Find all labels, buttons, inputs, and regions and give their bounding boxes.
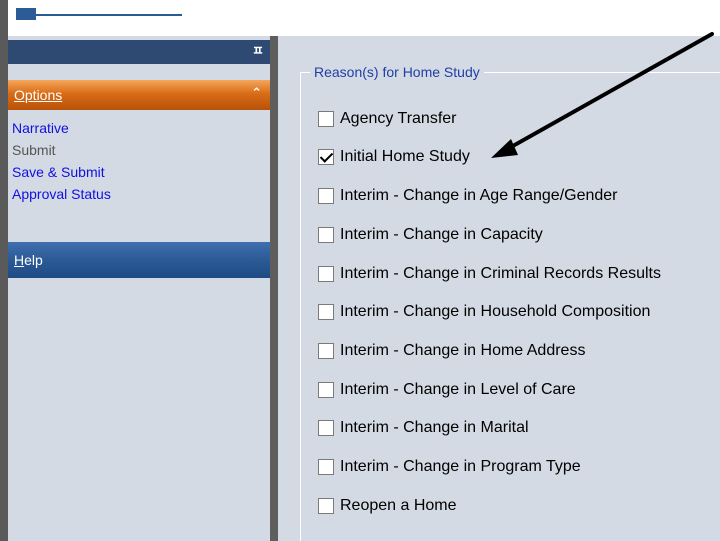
main-panel: Reason(s) for Home Study Agency Transfer… bbox=[278, 36, 720, 541]
help-label-rest: elp bbox=[24, 252, 43, 268]
sidebar-pin-bar: ㅍ bbox=[8, 40, 270, 64]
reason-checkbox-row[interactable]: Interim - Change in Home Address bbox=[318, 340, 585, 362]
reason-checkbox-row[interactable]: Interim - Change in Marital bbox=[318, 417, 529, 439]
reason-checkbox-row[interactable]: Initial Home Study bbox=[318, 146, 470, 168]
option-save-and-submit[interactable]: Save & Submit bbox=[8, 162, 270, 184]
checkbox-label: Interim - Change in Marital bbox=[340, 419, 529, 436]
options-list: Narrative Submit Save & Submit Approval … bbox=[8, 118, 270, 206]
reason-checkbox-row[interactable]: Reopen a Home bbox=[318, 495, 457, 517]
reason-checkbox-row[interactable]: Interim - Change in Level of Care bbox=[318, 379, 576, 401]
checkbox[interactable] bbox=[318, 266, 334, 282]
option-narrative[interactable]: Narrative bbox=[8, 118, 270, 140]
checkbox-label: Interim - Change in Program Type bbox=[340, 458, 581, 475]
slider-track[interactable] bbox=[36, 14, 182, 16]
window-left-border bbox=[0, 0, 8, 541]
reason-checkbox-row[interactable]: Interim - Change in Household Compositio… bbox=[318, 301, 650, 323]
options-header-label: Options bbox=[14, 87, 63, 103]
checkbox-label: Interim - Change in Capacity bbox=[340, 226, 543, 243]
option-submit: Submit bbox=[12, 142, 56, 158]
help-header-label: Help bbox=[14, 252, 43, 268]
checkbox-label: Initial Home Study bbox=[340, 148, 470, 165]
checkbox[interactable] bbox=[318, 459, 334, 475]
checkbox[interactable] bbox=[318, 188, 334, 204]
pin-icon[interactable]: ㅍ bbox=[252, 43, 264, 61]
reason-checkbox-row[interactable]: Interim - Change in Criminal Records Res… bbox=[318, 263, 661, 285]
checkbox-label: Interim - Change in Household Compositio… bbox=[340, 303, 651, 320]
sidebar: ㅍ Options ⌃ Narrative Submit Save & Subm… bbox=[8, 36, 270, 541]
checkbox[interactable] bbox=[318, 227, 334, 243]
double-chevron-up-icon[interactable]: ⌃ bbox=[251, 85, 262, 103]
checkbox-label: Agency Transfer bbox=[340, 110, 457, 127]
checkbox[interactable] bbox=[318, 304, 334, 320]
splitter[interactable] bbox=[270, 36, 278, 541]
slider-thumb[interactable] bbox=[16, 8, 36, 20]
help-access-key: H bbox=[14, 252, 25, 268]
reason-checkbox-row[interactable]: Agency Transfer bbox=[318, 108, 457, 130]
reason-checkbox-row[interactable]: Interim - Change in Capacity bbox=[318, 224, 543, 246]
checkbox-checked[interactable] bbox=[318, 149, 334, 165]
reason-checkbox-row[interactable]: Interim - Change in Program Type bbox=[318, 456, 581, 478]
checkbox[interactable] bbox=[318, 420, 334, 436]
checkbox[interactable] bbox=[318, 498, 334, 514]
option-approval-status[interactable]: Approval Status bbox=[8, 184, 270, 206]
options-panel-header[interactable]: Options ⌃ bbox=[8, 80, 270, 110]
checkbox-label: Reopen a Home bbox=[340, 497, 457, 514]
reasons-group-title: Reason(s) for Home Study bbox=[310, 64, 484, 80]
checkbox[interactable] bbox=[318, 111, 334, 127]
checkbox[interactable] bbox=[318, 343, 334, 359]
reason-checkbox-row[interactable]: Interim - Change in Age Range/Gender bbox=[318, 185, 618, 207]
checkbox-label: Interim - Change in Home Address bbox=[340, 342, 586, 359]
help-panel-header[interactable]: Help bbox=[8, 242, 270, 278]
checkbox-label: Interim - Change in Level of Care bbox=[340, 381, 576, 398]
checkbox-label: Interim - Change in Age Range/Gender bbox=[340, 187, 618, 204]
checkbox-label: Interim - Change in Criminal Records Res… bbox=[340, 265, 661, 282]
checkbox[interactable] bbox=[318, 382, 334, 398]
top-strip bbox=[8, 0, 720, 36]
